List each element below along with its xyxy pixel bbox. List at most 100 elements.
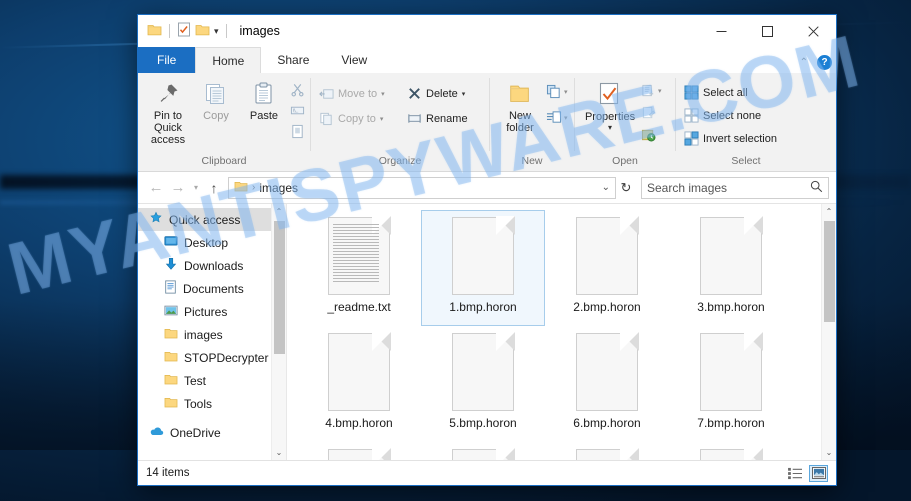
easy-access-button[interactable]: ▾ bbox=[544, 108, 572, 127]
nav-scroll-thumb[interactable] bbox=[274, 221, 285, 354]
properties-icon[interactable] bbox=[177, 22, 191, 40]
sidebar-item-quick-access[interactable]: Quick access bbox=[138, 208, 286, 231]
close-button[interactable] bbox=[790, 15, 836, 47]
ribbon-tabs-right[interactable]: ⌃ ? bbox=[800, 55, 832, 70]
file-item[interactable]: _readme.txt bbox=[297, 210, 421, 326]
select-none-button[interactable]: Select none bbox=[682, 106, 781, 125]
ribbon-group-new: New folder ▾ ▾ New bbox=[490, 73, 574, 171]
paste-shortcut-button[interactable] bbox=[288, 122, 309, 141]
copy-to-caret-icon[interactable]: ▾ bbox=[380, 115, 384, 123]
new-folder-icon[interactable] bbox=[195, 23, 210, 40]
minimize-button[interactable] bbox=[698, 15, 744, 47]
tab-file[interactable]: File bbox=[138, 47, 196, 73]
new-folder-button[interactable]: New folder bbox=[496, 78, 544, 134]
sidebar-item-stopdecrypter[interactable]: STOPDecrypter bbox=[138, 346, 286, 369]
tab-view[interactable]: View bbox=[325, 47, 384, 73]
copy-to-button[interactable]: Copy to ▾ bbox=[317, 109, 405, 128]
file-list-scrollbar[interactable]: ⌃ ⌄ bbox=[821, 204, 836, 460]
open-button[interactable]: ▾ bbox=[639, 81, 666, 100]
title-bar[interactable]: ▾ images bbox=[138, 15, 836, 47]
sidebar-item-images[interactable]: images bbox=[138, 323, 286, 346]
file-item[interactable] bbox=[421, 442, 545, 460]
back-button[interactable]: ← bbox=[145, 177, 167, 199]
sidebar-item-onedrive[interactable]: OneDrive bbox=[138, 421, 286, 444]
sidebar-item-desktop[interactable]: Desktop ⚑ bbox=[138, 231, 286, 254]
content-scroll-up-icon[interactable]: ⌃ bbox=[822, 204, 837, 219]
up-button[interactable]: ↑ bbox=[203, 177, 225, 199]
breadcrumb-folder-icon bbox=[234, 180, 248, 196]
file-item[interactable] bbox=[297, 442, 421, 460]
delete-caret-icon[interactable]: ▾ bbox=[462, 90, 466, 98]
rename-button[interactable]: Rename bbox=[405, 109, 472, 128]
copy-button[interactable]: Copy bbox=[192, 78, 240, 122]
new-item-button[interactable]: ▾ bbox=[544, 82, 572, 101]
properties-button[interactable]: Properties ▾ bbox=[581, 78, 639, 134]
file-item[interactable]: 6.bmp.horon bbox=[545, 326, 669, 442]
sidebar-item-downloads[interactable]: Downloads ⚑ bbox=[138, 254, 286, 277]
content-scroll-down-icon[interactable]: ⌄ bbox=[822, 445, 837, 460]
file-item[interactable] bbox=[669, 442, 793, 460]
breadcrumb-images[interactable]: images bbox=[259, 181, 298, 195]
pin-to-quick-access-button[interactable]: Pin to Quick access bbox=[144, 78, 192, 146]
file-item[interactable] bbox=[545, 442, 669, 460]
file-item[interactable]: 1.bmp.horon bbox=[421, 210, 545, 326]
folder-icon[interactable] bbox=[147, 23, 162, 40]
generic-file-icon bbox=[576, 332, 639, 411]
view-mode-buttons[interactable] bbox=[786, 464, 828, 482]
sidebar-item-test[interactable]: Test bbox=[138, 369, 286, 392]
nav-scroll-up-icon[interactable]: ⌃ bbox=[272, 204, 287, 219]
file-item[interactable]: 5.bmp.horon bbox=[421, 326, 545, 442]
recent-locations-button[interactable]: ▾ bbox=[189, 177, 203, 199]
sidebar-item-tools[interactable]: Tools bbox=[138, 392, 286, 415]
address-dropdown-icon[interactable]: ⌄ bbox=[602, 182, 610, 193]
quick-access-toolbar[interactable]: ▾ bbox=[138, 22, 230, 40]
generic-file-icon bbox=[700, 216, 763, 295]
file-item[interactable]: 7.bmp.horon bbox=[669, 326, 793, 442]
file-list-view[interactable]: _readme.txt 1.bmp.horon 2.bmp.horon 3.bm… bbox=[287, 204, 836, 460]
cut-button[interactable] bbox=[288, 80, 309, 99]
tab-share[interactable]: Share bbox=[261, 47, 326, 73]
move-to-caret-icon[interactable]: ▾ bbox=[381, 90, 385, 98]
maximize-button[interactable] bbox=[744, 15, 790, 47]
help-button[interactable]: ? bbox=[817, 55, 832, 70]
refresh-button[interactable]: ↻ bbox=[616, 177, 636, 199]
edit-button[interactable] bbox=[639, 103, 666, 122]
address-box[interactable]: › images ⌄ bbox=[228, 176, 616, 199]
file-item[interactable]: 4.bmp.horon bbox=[297, 326, 421, 442]
customize-qat-chevron-icon[interactable]: ▾ bbox=[214, 26, 219, 37]
history-button[interactable] bbox=[639, 125, 666, 144]
forward-button[interactable]: → bbox=[167, 177, 189, 199]
navigation-pane-scrollbar[interactable]: ⌃ ⌄ bbox=[271, 204, 286, 460]
open-caret-icon[interactable]: ▾ bbox=[658, 87, 662, 95]
details-view-icon[interactable] bbox=[786, 465, 805, 482]
delete-button[interactable]: Delete ▾ bbox=[405, 84, 472, 103]
paste-button[interactable]: Paste bbox=[240, 78, 288, 122]
select-all-button[interactable]: Select all bbox=[682, 83, 781, 102]
search-icon[interactable] bbox=[810, 180, 823, 196]
move-to-button[interactable]: Move to ▾ bbox=[317, 84, 405, 103]
new-item-caret-icon[interactable]: ▾ bbox=[564, 88, 568, 96]
collapse-ribbon-icon[interactable]: ⌃ bbox=[800, 57, 808, 68]
ribbon-group-label-open: Open bbox=[612, 155, 638, 167]
search-box[interactable]: Search images bbox=[641, 176, 829, 199]
tab-home[interactable]: Home bbox=[195, 47, 262, 73]
file-item[interactable]: 2.bmp.horon bbox=[545, 210, 669, 326]
downloads-icon bbox=[164, 257, 178, 274]
content-scroll-thumb[interactable] bbox=[824, 221, 835, 322]
file-item[interactable]: 3.bmp.horon bbox=[669, 210, 793, 326]
breadcrumb-separator[interactable]: › bbox=[252, 182, 255, 193]
easy-access-caret-icon[interactable]: ▾ bbox=[564, 114, 568, 122]
generic-file-icon bbox=[452, 448, 515, 460]
search-input[interactable]: Search images bbox=[647, 181, 727, 195]
sidebar-item-documents[interactable]: Documents ⚑ bbox=[138, 277, 286, 300]
copy-path-button[interactable]: \\.. bbox=[288, 101, 309, 120]
large-icons-view-icon[interactable] bbox=[809, 464, 828, 482]
svg-text:\\..: \\.. bbox=[293, 108, 299, 114]
sidebar-item-pictures[interactable]: Pictures ⚑ bbox=[138, 300, 286, 323]
invert-selection-button[interactable]: Invert selection bbox=[682, 129, 781, 148]
nav-scroll-down-icon[interactable]: ⌄ bbox=[272, 445, 287, 460]
window-controls[interactable] bbox=[698, 15, 836, 47]
properties-caret-icon[interactable]: ▾ bbox=[608, 122, 612, 134]
ribbon-tabs[interactable]: File Home Share View ⌃ ? bbox=[138, 47, 836, 73]
pictures-icon bbox=[164, 304, 178, 320]
